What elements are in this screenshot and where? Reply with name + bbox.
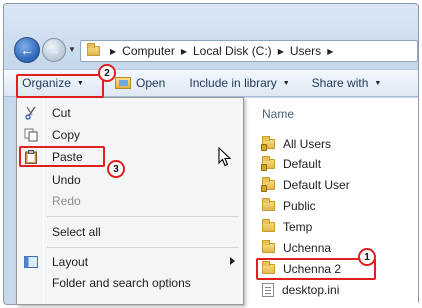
menu-label: Layout [52, 255, 89, 269]
menu-label: Undo [52, 173, 81, 187]
menu-item-folder-options[interactable]: Folder and search options [17, 273, 243, 293]
menu-separator [47, 247, 239, 248]
list-item[interactable]: desktop.ini [262, 281, 339, 299]
menu-item-layout[interactable]: Layout [17, 252, 243, 272]
menu-label: Folder and search options [52, 276, 191, 290]
back-button[interactable]: ← [14, 37, 40, 63]
forward-button[interactable]: → [42, 38, 66, 62]
menu-label: Cut [52, 106, 71, 120]
forward-arrow-icon: → [48, 43, 60, 57]
chevron-down-icon: ▼ [282, 79, 290, 87]
folder-icon [261, 177, 275, 192]
chevron-right-icon[interactable]: ▶ [327, 47, 333, 56]
mouse-pointer-icon [218, 147, 232, 167]
callout-badge-1: 1 [358, 248, 376, 266]
file-name: Default [283, 157, 322, 171]
list-item[interactable]: All Users [261, 135, 332, 153]
back-arrow-icon: ← [20, 42, 34, 58]
lock-icon [261, 144, 267, 151]
file-name: desktop.ini [282, 283, 340, 297]
open-button[interactable]: Open [108, 72, 172, 94]
menu-item-cut[interactable]: Cut [17, 103, 243, 123]
open-icon [115, 77, 131, 89]
scissors-icon [25, 106, 36, 120]
folder-icon [261, 136, 275, 151]
menu-label: Redo [52, 194, 81, 208]
layout-icon [24, 256, 38, 268]
menu-item-select-all[interactable]: Select all [17, 222, 243, 242]
paste-highlight [19, 146, 105, 167]
include-in-library-label: Include in library [189, 76, 277, 90]
folder-icon [87, 43, 100, 56]
file-name: Uchenna [283, 241, 332, 255]
menu-label: Select all [52, 225, 101, 239]
chevron-right-icon [230, 257, 235, 265]
breadcrumb-local-disk[interactable]: Local Disk (C:) [193, 44, 272, 58]
menu-item-copy[interactable]: Copy [17, 125, 243, 145]
breadcrumb-computer[interactable]: Computer [122, 44, 175, 58]
open-label: Open [136, 76, 166, 90]
list-item[interactable]: Default User [261, 176, 350, 194]
file-name: Temp [283, 220, 313, 234]
menu-item-redo: Redo [17, 191, 243, 211]
organize-menu: Cut Copy Paste Undo Redo Select all Layo… [16, 97, 244, 305]
menu-item-undo[interactable]: Undo [17, 170, 243, 190]
callout-badge-2: 2 [98, 64, 116, 82]
breadcrumb-users[interactable]: Users [290, 44, 321, 58]
chevron-right-icon[interactable]: ▶ [181, 47, 187, 56]
chevron-down-icon: ▼ [374, 79, 382, 87]
list-item[interactable]: Temp [262, 218, 312, 236]
include-in-library-button[interactable]: Include in library ▼ [182, 72, 296, 94]
menu-label: Copy [52, 128, 81, 142]
file-name: Default User [283, 178, 350, 192]
menu-separator [47, 216, 239, 217]
list-item[interactable]: Uchenna [262, 239, 331, 257]
uchenna-2-highlight [256, 258, 376, 280]
file-name: Public [283, 199, 316, 213]
organize-highlight [16, 74, 104, 98]
chevron-right-icon[interactable]: ▶ [278, 47, 284, 56]
copy-icon [24, 128, 38, 142]
folder-icon [262, 198, 275, 211]
callout-badge-3: 3 [107, 160, 125, 178]
file-name: All Users [283, 137, 332, 151]
share-with-label: Share with [311, 76, 369, 90]
list-item[interactable]: Default [261, 155, 322, 173]
lock-icon [261, 185, 267, 192]
address-bar[interactable]: ▶ Computer ▶ Local Disk (C:) ▶ Users ▶ [80, 40, 418, 62]
column-header-name[interactable]: Name [262, 107, 294, 121]
share-with-button[interactable]: Share with ▼ [305, 72, 389, 94]
lock-icon [261, 164, 267, 171]
chevron-right-icon[interactable]: ▶ [110, 47, 116, 56]
folder-icon [262, 219, 275, 232]
folder-icon [261, 156, 275, 171]
recent-pages-dropdown[interactable]: ▼ [68, 45, 76, 54]
folder-icon [262, 240, 275, 253]
list-item[interactable]: Public [262, 197, 316, 215]
ini-file-icon [262, 283, 274, 297]
